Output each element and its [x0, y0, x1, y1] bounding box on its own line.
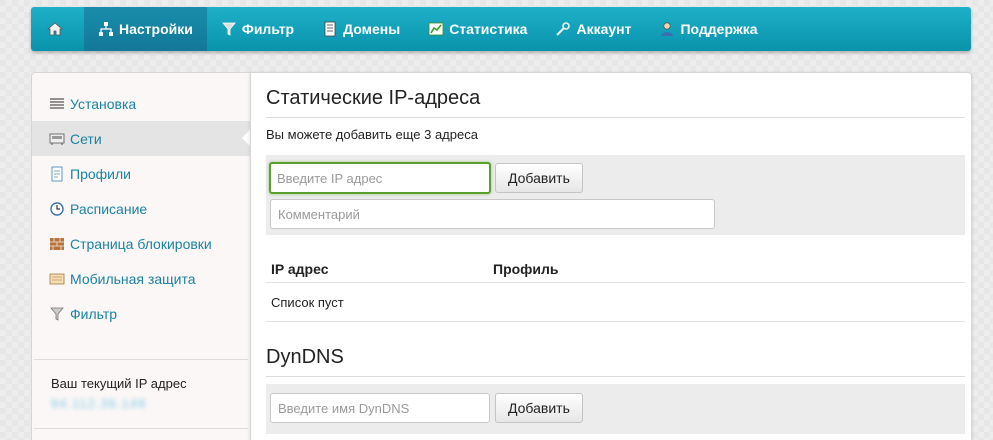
current-ip-value: 94.112.36.149 — [51, 396, 147, 411]
nav-label: Фильтр — [241, 21, 295, 37]
current-ip-block: Ваш текущий IP адрес 94.112.36.149 — [32, 360, 250, 411]
nav-statistics[interactable]: Статистика — [414, 7, 541, 51]
nav-label: Аккаунт — [576, 21, 632, 37]
nav-settings[interactable]: Настройки — [84, 7, 207, 51]
add-dyndns-form: Добавить — [266, 384, 965, 434]
column-header-ip: IP адрес — [271, 261, 329, 277]
nav-label: Поддержка — [680, 21, 758, 37]
sidebar-divider — [34, 428, 248, 429]
sidebar-item-label: Мобильная защита — [70, 270, 196, 287]
table-bottom-divider — [266, 321, 965, 322]
sidebar-item-label: Профили — [70, 165, 131, 182]
add-dyndns-button[interactable]: Добавить — [495, 393, 583, 423]
sidebar-item-mobile-protection[interactable]: Мобильная защита — [32, 261, 250, 296]
home-icon — [47, 21, 63, 37]
sidebar-menu: Установка Сети Профили Расписание Страни… — [32, 73, 251, 331]
network-icon — [98, 21, 114, 37]
profile-doc-icon — [49, 166, 65, 182]
sidebar-item-label: Страница блокировки — [70, 235, 212, 252]
chart-icon — [428, 21, 444, 37]
sidebar-item-setup[interactable]: Установка — [32, 86, 250, 121]
sidebar-item-label: Расписание — [70, 200, 148, 217]
sidebar-item-networks[interactable]: Сети — [32, 121, 251, 156]
sidebar: Установка Сети Профили Расписание Страни… — [31, 72, 251, 440]
sidebar-item-label: Установка — [70, 95, 137, 112]
wrench-icon — [555, 21, 571, 37]
ip-address-input[interactable] — [269, 162, 491, 194]
column-header-profile: Профиль — [493, 261, 559, 277]
filter-icon — [221, 21, 237, 37]
table-header-divider — [266, 282, 965, 283]
brick-wall-icon — [49, 236, 65, 252]
sidebar-item-filter[interactable]: Фильтр — [32, 296, 250, 331]
support-user-icon — [659, 21, 675, 37]
nav-account[interactable]: Аккаунт — [541, 7, 645, 51]
comment-input[interactable] — [270, 199, 715, 229]
sidebar-item-label: Фильтр — [70, 305, 118, 322]
sidebar-item-label: Сети — [70, 130, 102, 147]
document-icon — [322, 21, 338, 37]
nav-home[interactable] — [31, 7, 84, 51]
nav-label: Домены — [343, 21, 401, 37]
current-ip-label: Ваш текущий IP адрес — [51, 376, 187, 391]
sidebar-item-schedule[interactable]: Расписание — [32, 191, 250, 226]
list-icon — [49, 96, 65, 112]
add-ip-button[interactable]: Добавить — [495, 163, 583, 193]
mobile-shield-icon — [49, 271, 65, 287]
clock-icon — [49, 201, 65, 217]
nav-filter[interactable]: Фильтр — [207, 7, 308, 51]
top-navbar: Настройки Фильтр Домены Статистика Аккау… — [31, 7, 971, 51]
main-panel: Статические IP-адреса Вы можете добавить… — [250, 72, 972, 440]
filter-icon — [49, 306, 65, 322]
nav-label: Статистика — [449, 21, 528, 37]
sidebar-item-profiles[interactable]: Профили — [32, 156, 250, 191]
add-ip-form: Добавить — [266, 155, 965, 235]
title-divider — [266, 376, 965, 377]
static-ip-title: Статические IP-адреса — [266, 87, 481, 109]
nav-support[interactable]: Поддержка — [645, 7, 771, 51]
network-card-icon — [49, 131, 65, 147]
empty-list-text: Список пуст — [271, 295, 344, 310]
dyndns-title: DynDNS — [266, 346, 344, 368]
title-divider — [266, 117, 965, 118]
sidebar-item-block-page[interactable]: Страница блокировки — [32, 226, 250, 261]
dyndns-input[interactable] — [270, 393, 490, 423]
static-ip-hint: Вы можете добавить еще 3 адреса — [266, 127, 478, 142]
nav-domains[interactable]: Домены — [308, 7, 414, 51]
nav-label: Настройки — [119, 21, 193, 37]
